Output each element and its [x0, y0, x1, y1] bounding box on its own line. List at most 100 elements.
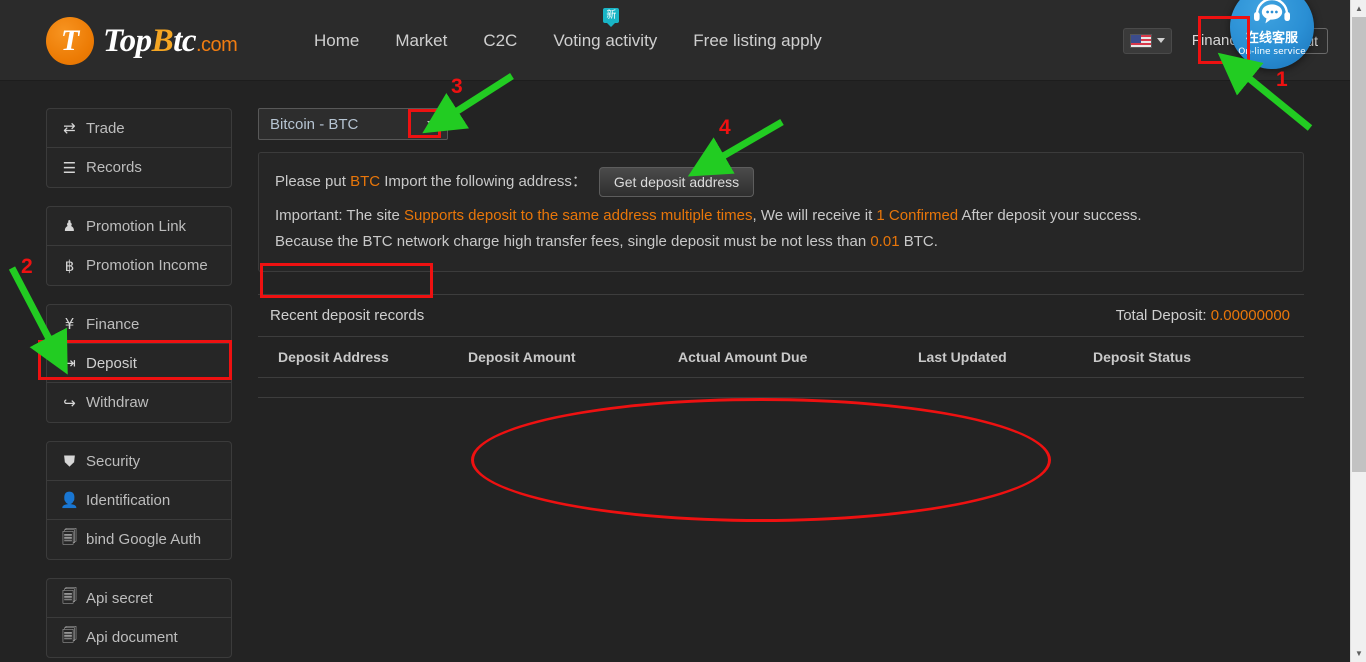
scrollbar-thumb[interactable] — [1352, 17, 1366, 472]
withdraw-icon: ↪ — [63, 393, 76, 412]
logo-b-text: B — [151, 22, 174, 59]
table-row-empty — [258, 377, 1304, 398]
notice-highlight-multiple: Supports deposit to the same address mul… — [403, 207, 753, 224]
column-last-updated: Last Updated — [918, 336, 1093, 378]
empty-cell — [258, 377, 1304, 398]
sidebar-group-trading: ⇄ Trade ☰ Records — [46, 108, 232, 188]
minimum-suffix: BTC. — [903, 233, 938, 250]
deposit-records-table: Deposit Address Deposit Amount Actual Am… — [258, 336, 1304, 398]
sidebar-item-label: Api document — [86, 629, 178, 646]
nav-item-c2c[interactable]: C2C — [465, 0, 535, 81]
nav-item-voting-activity[interactable]: 新 Voting activity — [535, 0, 675, 81]
sidebar-item-label: Promotion Link — [86, 217, 187, 235]
app-viewport: TopBtc.com Home Market C2C 新 Voting acti… — [0, 0, 1366, 662]
nav-label: C2C — [483, 31, 518, 50]
sidebar-item-label: Records — [86, 159, 142, 176]
table-header: Deposit Address Deposit Amount Actual Am… — [258, 336, 1304, 378]
column-deposit-address: Deposit Address — [258, 336, 468, 378]
file-icon: 🗐 — [62, 528, 77, 546]
total-deposit-value: 0.00000000 — [1210, 307, 1290, 324]
logo-com-text: .com — [195, 33, 238, 56]
shield-icon: ⛊ — [63, 452, 76, 470]
sidebar-item-bind-google-auth[interactable]: 🗐 bind Google Auth — [47, 520, 231, 559]
notice-middle: , We will receive it — [752, 207, 873, 224]
deposit-info-panel: Please put BTC Import the following addr… — [258, 152, 1304, 272]
table-body — [258, 377, 1304, 398]
sidebar-item-withdraw[interactable]: ↪ Withdraw — [47, 383, 231, 422]
column-actual-amount-due: Actual Amount Due — [678, 336, 918, 378]
scroll-down-arrow-icon[interactable]: ▼ — [1352, 645, 1366, 662]
sidebar-item-records[interactable]: ☰ Records — [47, 148, 231, 187]
instruction-prefix: Please put — [275, 173, 346, 190]
logo-wordmark: TopBtc.com — [103, 22, 238, 59]
user-icon: 👤 — [60, 491, 79, 509]
instruction-suffix: Import the following address： — [384, 173, 587, 190]
sidebar-item-label: Trade — [86, 119, 125, 137]
coin-select-dropdown[interactable]: Bitcoin - BTC — [258, 108, 448, 140]
sidebar-item-label: Withdraw — [86, 394, 149, 411]
sidebar-item-label: Api secret — [86, 589, 153, 607]
chevron-down-icon — [426, 121, 437, 127]
chat-title-cn: 在线客服 — [1245, 30, 1298, 46]
nav-item-market[interactable]: Market — [377, 0, 465, 81]
headset-chat-icon — [1252, 0, 1292, 30]
sidebar-group-api: 🗐 Api secret 🗐 Api document — [46, 578, 232, 658]
nav-label: Market — [395, 31, 448, 50]
chat-title-en: On-line service — [1238, 46, 1306, 57]
records-title: Recent deposit records — [270, 307, 425, 324]
nav-label: Home — [314, 31, 360, 50]
total-deposit: Total Deposit: 0.00000000 — [1116, 307, 1290, 324]
notice-prefix: Important: The site — [275, 207, 400, 224]
bitcoin-icon: ฿ — [64, 256, 75, 275]
sidebar-item-api-secret[interactable]: 🗐 Api secret — [47, 579, 231, 618]
main-navigation: Home Market C2C 新 Voting activity Free l… — [296, 0, 840, 81]
new-badge: 新 — [603, 8, 620, 27]
file-icon: 🗐 — [62, 586, 77, 605]
logo-tc-text: tc — [173, 22, 196, 59]
site-logo[interactable]: TopBtc.com — [46, 16, 238, 66]
list-icon: ☰ — [62, 158, 77, 177]
sidebar-group-security: ⛊ Security 👤 Identification 🗐 bind Googl… — [46, 441, 232, 560]
promotion-icon: ♟ — [62, 217, 77, 235]
yen-icon: ¥ — [64, 315, 75, 333]
scroll-up-arrow-icon[interactable]: ▲ — [1352, 0, 1366, 17]
deposit-instruction-text: Please put BTC Import the following addr… — [275, 169, 587, 195]
sidebar-item-api-document[interactable]: 🗐 Api document — [47, 618, 231, 657]
column-deposit-status: Deposit Status — [1093, 336, 1304, 378]
nav-item-free-listing-apply[interactable]: Free listing apply — [675, 0, 840, 81]
language-selector[interactable] — [1122, 27, 1172, 54]
minimum-amount: 0.01 — [870, 233, 900, 250]
sidebar-item-promotion-income[interactable]: ฿ Promotion Income — [47, 246, 231, 285]
sidebar-item-deposit[interactable]: ⇥ Deposit — [47, 344, 231, 383]
notice-highlight-confirmed: 1 Confirmed — [876, 207, 959, 224]
coin-select-value: Bitcoin - BTC — [270, 115, 359, 133]
sidebar-item-identification[interactable]: 👤 Identification — [47, 481, 231, 520]
sidebar-item-finance[interactable]: ¥ Finance — [47, 305, 231, 344]
nav-item-home[interactable]: Home — [296, 0, 377, 81]
web-page: TopBtc.com Home Market C2C 新 Voting acti… — [0, 0, 1350, 662]
coin-select-arrow[interactable] — [416, 109, 447, 139]
sidebar-item-trade[interactable]: ⇄ Trade — [47, 109, 231, 148]
sidebar-group-promotion: ♟ Promotion Link ฿ Promotion Income — [46, 206, 232, 286]
table-header-row: Deposit Address Deposit Amount Actual Am… — [258, 336, 1304, 378]
site-header: TopBtc.com Home Market C2C 新 Voting acti… — [0, 0, 1350, 81]
minimum-deposit-line: Because the BTC network charge high tran… — [275, 229, 1287, 255]
sidebar-item-label: Deposit — [86, 354, 137, 372]
sidebar-item-promotion-link[interactable]: ♟ Promotion Link — [47, 207, 231, 246]
get-deposit-address-button[interactable]: Get deposit address — [598, 167, 755, 197]
main-content: Bitcoin - BTC Please put BTC Import the … — [258, 108, 1304, 398]
deposit-icon: ⇥ — [63, 354, 76, 372]
chevron-down-icon — [1156, 38, 1165, 43]
sidebar-group-finance: ¥ Finance ⇥ Deposit ↪ Withdraw — [46, 304, 232, 423]
coin-symbol: BTC — [350, 173, 381, 190]
column-deposit-amount: Deposit Amount — [468, 336, 678, 378]
important-notice-line: Important: The site Supports deposit to … — [275, 203, 1287, 229]
minimum-prefix: Because the BTC network charge high tran… — [275, 233, 867, 250]
browser-scrollbar[interactable]: ▲ ▼ — [1350, 0, 1366, 662]
logo-mark-icon — [46, 17, 94, 65]
sidebar-item-label: Finance — [86, 315, 140, 333]
exchange-icon: ⇄ — [63, 119, 76, 137]
sidebar-item-security[interactable]: ⛊ Security — [47, 442, 231, 481]
us-flag-icon — [1129, 33, 1152, 48]
recent-deposit-records-section: Recent deposit records Total Deposit: 0.… — [258, 294, 1304, 398]
